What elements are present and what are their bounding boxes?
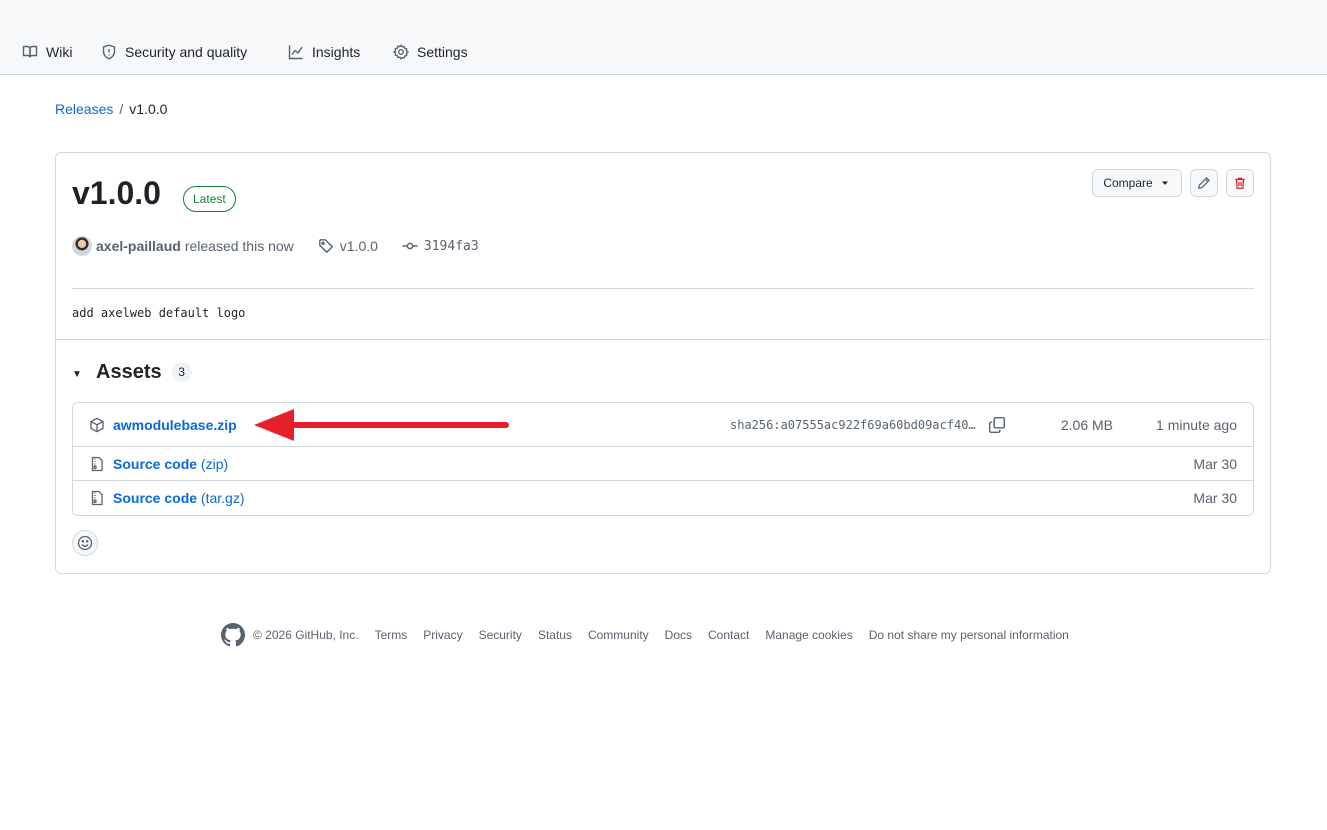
edit-release-button[interactable] (1190, 169, 1218, 197)
release-notes: add axelweb default logo (72, 306, 246, 320)
nav-tab-label: Wiki (46, 44, 73, 60)
file-zip-icon (91, 456, 103, 471)
commit-link[interactable]: 3194fa3 (402, 238, 479, 254)
asset-name: Source code (113, 455, 198, 472)
book-icon (22, 45, 38, 58)
release-meta: axel-paillaud released this now v1.0.0 3… (72, 235, 672, 257)
asset-list: awmodulebase.zip sha256:a07555ac922f69a6… (72, 402, 1254, 516)
author-link[interactable]: axel-paillaud (96, 238, 181, 254)
nav-tab-security[interactable]: Security and quality (101, 36, 247, 68)
nav-tab-wiki[interactable]: Wiki (22, 36, 72, 68)
assets-count-badge: 3 (171, 362, 192, 382)
compare-button[interactable]: Compare (1092, 169, 1182, 197)
asset-name: awmodulebase.zip (113, 416, 237, 433)
footer-copyright: © 2026 GitHub, Inc. (253, 628, 359, 642)
breadcrumb-separator: / (119, 101, 124, 117)
graph-icon (288, 45, 303, 60)
github-logo-icon[interactable] (221, 623, 245, 647)
asset-download-link[interactable]: awmodulebase.zip (113, 417, 237, 433)
divider (72, 288, 1254, 289)
compare-label: Compare (1103, 176, 1153, 190)
triangle-down-icon (1161, 181, 1168, 185)
package-icon (90, 417, 104, 432)
nav-tab-insights[interactable]: Insights (288, 36, 360, 68)
footer-link-docs[interactable]: Docs (665, 628, 692, 642)
asset-date: Mar 30 (1193, 490, 1237, 506)
pencil-icon (1197, 177, 1210, 190)
footer-link-manage-cookies[interactable]: Manage cookies (765, 628, 852, 642)
assets-toggle[interactable]: ▼ Assets 3 (72, 359, 192, 385)
assets-title: Assets (96, 360, 162, 383)
file-zip-icon (91, 490, 103, 506)
nav-tab-settings[interactable]: Settings (393, 36, 468, 68)
gear-icon (393, 44, 409, 60)
add-reaction-button[interactable] (72, 530, 98, 556)
source-code-zip-link[interactable]: Source code (zip) (113, 456, 228, 472)
footer: © 2026 GitHub, Inc. Terms Privacy Securi… (221, 623, 1069, 647)
tag-label: v1.0.0 (339, 238, 378, 254)
footer-link-terms[interactable]: Terms (375, 628, 408, 642)
trash-icon (1235, 177, 1245, 189)
asset-date: 1 minute ago (1156, 416, 1237, 433)
asset-row: Source code (tar.gz) Mar 30 (73, 481, 1253, 515)
source-code-targz-link[interactable]: Source code (tar.gz) (113, 490, 245, 506)
breadcrumb-current: v1.0.0 (129, 101, 168, 117)
asset-row: Source code (zip) Mar 30 (73, 447, 1253, 481)
caret-down-icon: ▼ (72, 368, 82, 380)
asset-ext: (zip) (200, 455, 229, 472)
nav-tab-label: Settings (417, 44, 468, 60)
nav-tab-label: Insights (312, 44, 361, 60)
smiley-icon (77, 535, 93, 551)
divider (56, 339, 1270, 340)
copy-icon[interactable] (988, 416, 1006, 434)
commit-icon (402, 242, 418, 250)
footer-link-privacy[interactable]: Privacy (423, 628, 462, 642)
latest-badge: Latest (183, 186, 236, 212)
asset-row: awmodulebase.zip sha256:a07555ac922f69a6… (73, 403, 1253, 447)
repo-nav: Wiki Security and quality Insights Setti… (0, 0, 1327, 75)
annotation-arrow (254, 409, 509, 441)
tag-link[interactable]: v1.0.0 (318, 238, 378, 254)
asset-date: Mar 30 (1193, 455, 1237, 472)
breadcrumb-releases-link[interactable]: Releases (55, 101, 113, 117)
footer-link-community[interactable]: Community (588, 628, 649, 642)
footer-link-do-not-share[interactable]: Do not share my personal information (869, 628, 1069, 642)
shield-icon (102, 44, 116, 60)
nav-tab-label: Security and quality (125, 44, 248, 60)
breadcrumb: Releases / v1.0.0 (55, 101, 167, 117)
released-text: released this now (184, 238, 294, 254)
delete-release-button[interactable] (1226, 169, 1254, 197)
release-card: v1.0.0 Latest Compare axel-paillaud rele… (55, 152, 1271, 574)
footer-link-status[interactable]: Status (538, 628, 572, 642)
release-title: v1.0.0 (72, 175, 161, 211)
footer-link-contact[interactable]: Contact (708, 628, 749, 642)
footer-link-security[interactable]: Security (479, 628, 522, 642)
asset-sha256: sha256:a07555ac922f69a60bd09acf40… (730, 417, 976, 432)
tag-icon (318, 239, 334, 254)
avatar[interactable] (72, 236, 92, 256)
asset-name: Source code (113, 490, 198, 506)
commit-sha: 3194fa3 (423, 238, 479, 254)
asset-size: 2.06 MB (1060, 416, 1113, 433)
asset-ext: (tar.gz) (200, 490, 245, 506)
